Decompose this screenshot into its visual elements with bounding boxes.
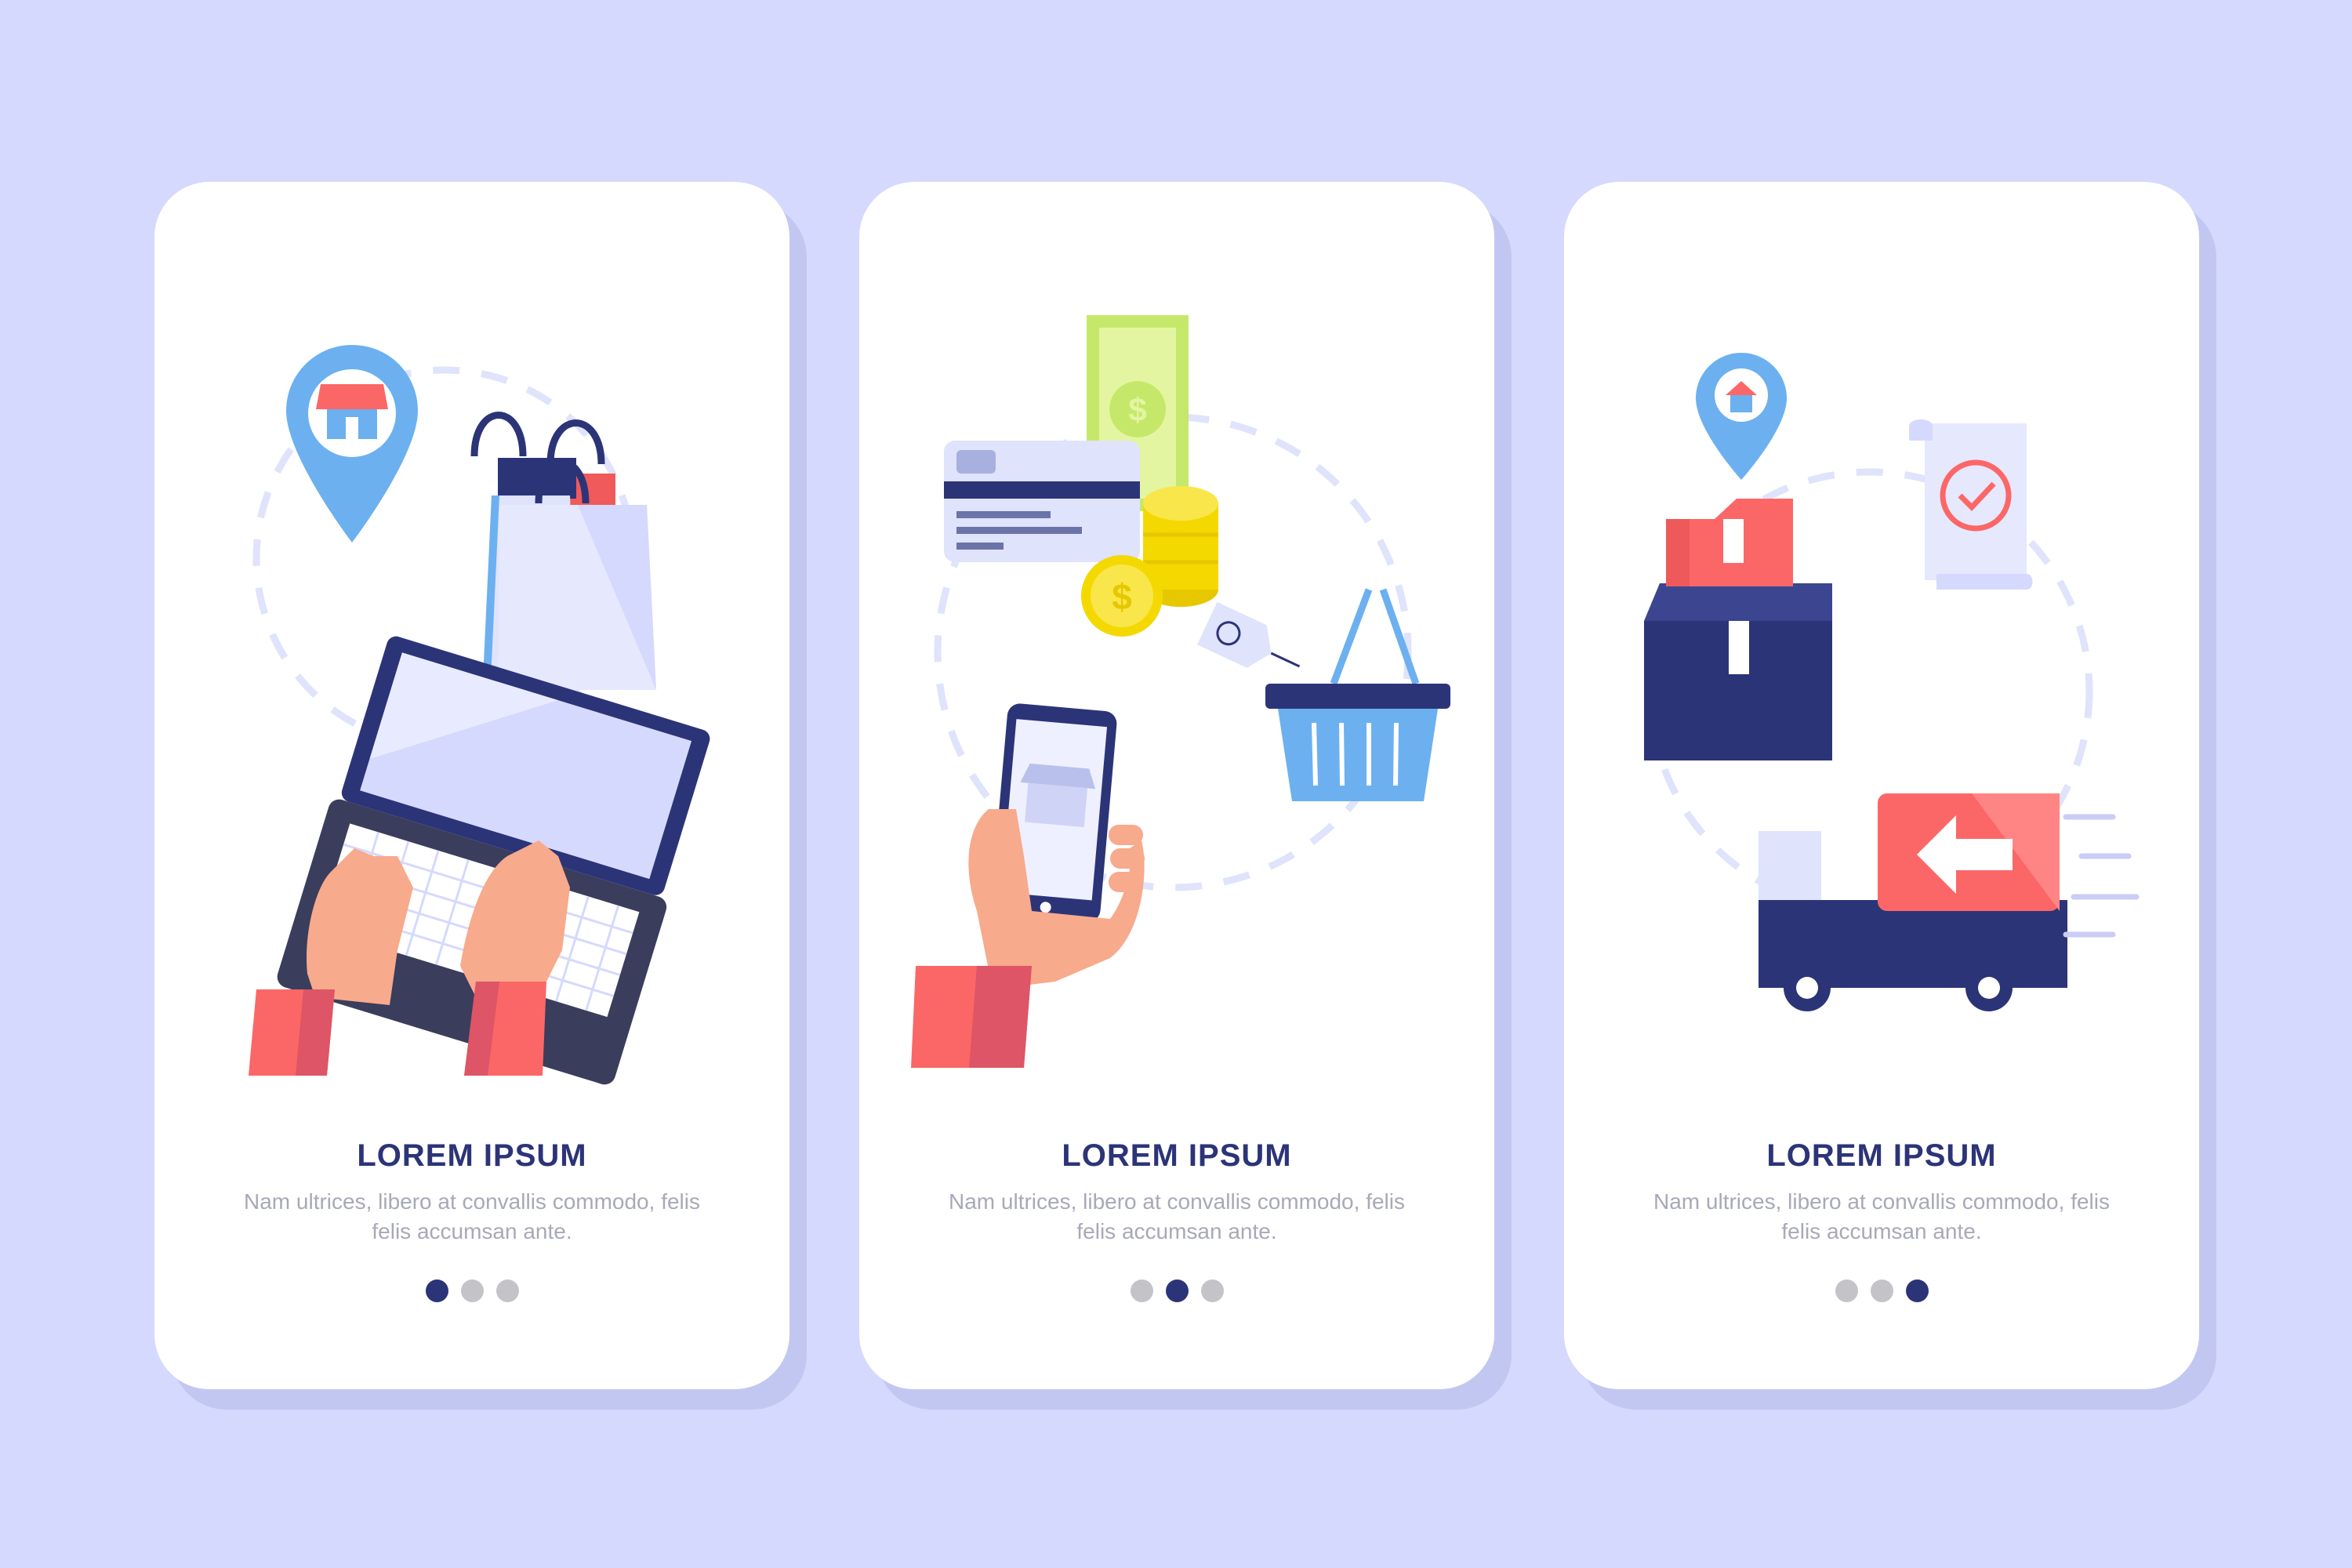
screen-title: LOREM IPSUM bbox=[1062, 1138, 1292, 1173]
page-dot-3[interactable] bbox=[1200, 1279, 1224, 1302]
page-dot-1[interactable] bbox=[425, 1279, 448, 1302]
credit-card-icon bbox=[944, 441, 1140, 562]
home-location-pin-icon bbox=[1696, 353, 1787, 480]
svg-text:$: $ bbox=[1112, 576, 1132, 617]
price-tag-icon bbox=[1197, 601, 1301, 668]
onboarding-screen-1: LOREM IPSUM Nam ultrices, libero at conv… bbox=[154, 182, 789, 1389]
shopping-bags-icon bbox=[470, 412, 656, 696]
page-dot-2[interactable] bbox=[460, 1279, 484, 1302]
page-dot-2[interactable] bbox=[1870, 1279, 1893, 1302]
screen-title: LOREM IPSUM bbox=[357, 1138, 587, 1173]
page-dot-1[interactable] bbox=[1835, 1279, 1858, 1302]
parcel-boxes-icon bbox=[1644, 499, 1832, 760]
screen-description: Nam ultrices, libero at convallis commod… bbox=[244, 1189, 700, 1243]
svg-text:$: $ bbox=[1128, 391, 1146, 428]
receipt-check-icon bbox=[1909, 419, 2033, 590]
screen-description: Nam ultrices, libero at convallis commod… bbox=[949, 1189, 1405, 1243]
pagination-dots bbox=[1564, 1279, 2199, 1302]
screen-title: LOREM IPSUM bbox=[1766, 1138, 1997, 1173]
onboarding-screen-3: LOREM IPSUM Nam ultrices, libero at conv… bbox=[1564, 182, 2199, 1389]
page-dot-2[interactable] bbox=[1165, 1279, 1189, 1302]
page-dot-3[interactable] bbox=[1905, 1279, 1929, 1302]
delivery-illustration bbox=[1644, 353, 2140, 1011]
pagination-dots bbox=[859, 1279, 1494, 1302]
page-dot-1[interactable] bbox=[1130, 1279, 1153, 1302]
shopping-basket-icon bbox=[1265, 588, 1450, 801]
onboarding-screen-2: $ $ LOREM IPSUM Nam ultrices, libero at … bbox=[859, 182, 1494, 1389]
store-location-pin-icon bbox=[286, 345, 418, 543]
page-dot-3[interactable] bbox=[495, 1279, 519, 1302]
delivery-truck-icon bbox=[1759, 793, 2140, 1011]
screen-description: Nam ultrices, libero at convallis commod… bbox=[1653, 1189, 2110, 1243]
payment-illustration: $ $ bbox=[911, 315, 1450, 1068]
pagination-dots bbox=[154, 1279, 789, 1302]
shopping-online-illustration bbox=[249, 345, 710, 1085]
smartphone-hand-icon bbox=[911, 703, 1145, 1068]
